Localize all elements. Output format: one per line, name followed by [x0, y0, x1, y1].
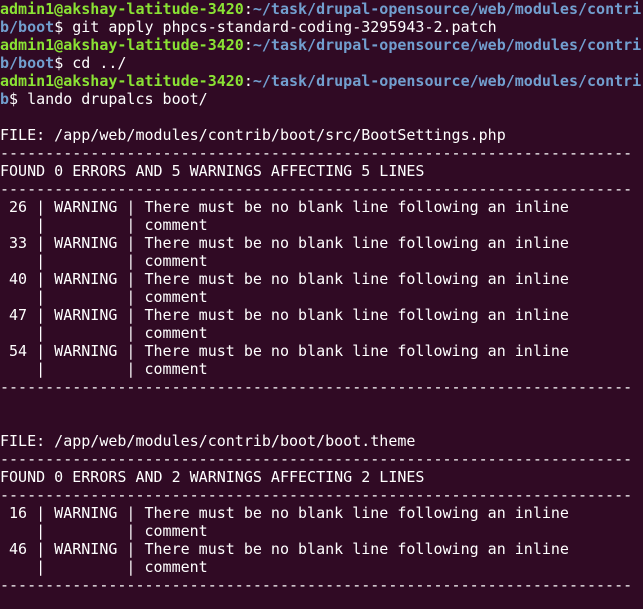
output-line: 26 | WARNING | There must be no blank li…: [0, 198, 569, 216]
prompt-separator: :: [243, 36, 253, 54]
output-line: 47 | WARNING | There must be no blank li…: [0, 306, 569, 324]
output-line: | | comment: [0, 252, 208, 270]
prompt-user: admin1@akshay-latitude-3420: [0, 72, 244, 90]
output-line: ----------------------------------------…: [0, 378, 633, 396]
output-line: FOUND 0 ERRORS AND 5 WARNINGS AFFECTING …: [0, 162, 425, 180]
output-line: | | comment: [0, 288, 208, 306]
prompt-path: b/boot: [0, 18, 55, 36]
prompt-separator: :: [243, 0, 253, 18]
command-line: b/boot$ git apply phpcs-standard-coding-…: [0, 18, 643, 36]
prompt-path: b/boot: [0, 54, 55, 72]
output-line: | | comment: [0, 522, 208, 540]
prompt-path: ~/task/drupal-opensource/web/modules/con…: [252, 36, 642, 54]
output-line: FILE: /app/web/modules/contrib/boot/src/…: [0, 126, 506, 144]
command-text: $ git apply phpcs-standard-coding-329594…: [54, 18, 497, 36]
output-line: 54 | WARNING | There must be no blank li…: [0, 342, 569, 360]
output-line: 16 | WARNING | There must be no blank li…: [0, 504, 569, 522]
output-line: ----------------------------------------…: [0, 576, 633, 594]
prompt-line: admin1@akshay-latitude-3420:~/task/drupa…: [0, 72, 643, 90]
output-line: 40 | WARNING | There must be no blank li…: [0, 270, 569, 288]
command-line: b/boot$ cd ../: [0, 54, 643, 72]
output-line: FILE: /app/web/modules/contrib/boot/boot…: [0, 432, 416, 450]
output-line: ----------------------------------------…: [0, 180, 633, 198]
prompt-separator: :: [243, 72, 253, 90]
output-line: ----------------------------------------…: [0, 144, 633, 162]
prompt-line: admin1@akshay-latitude-3420:~/task/drupa…: [0, 0, 643, 18]
output-line: 33 | WARNING | There must be no blank li…: [0, 234, 569, 252]
output-line: | | comment: [0, 216, 208, 234]
output-line: 46 | WARNING | There must be no blank li…: [0, 540, 569, 558]
output-line: ----------------------------------------…: [0, 486, 633, 504]
command-line: b$ lando drupalcs boot/: [0, 90, 643, 108]
prompt-user: admin1@akshay-latitude-3420: [0, 36, 244, 54]
output-line: | | comment: [0, 360, 208, 378]
prompt-line: admin1@akshay-latitude-3420:~/task/drupa…: [0, 36, 643, 54]
terminal-window[interactable]: admin1@akshay-latitude-3420:~/task/drupa…: [0, 0, 643, 609]
prompt-path: ~/task/drupal-opensource/web/modules/con…: [252, 72, 642, 90]
command-text: $ cd ../: [54, 54, 127, 72]
prompt-path: b: [0, 90, 10, 108]
output-line: ----------------------------------------…: [0, 450, 633, 468]
output-line: | | comment: [0, 558, 208, 576]
output-line: | | comment: [0, 324, 208, 342]
prompt-path: ~/task/drupal-opensource/web/modules/con…: [252, 0, 642, 18]
command-text: $ lando drupalcs boot/: [9, 90, 208, 108]
prompt-user: admin1@akshay-latitude-3420: [0, 0, 244, 18]
output-line: FOUND 0 ERRORS AND 2 WARNINGS AFFECTING …: [0, 468, 425, 486]
